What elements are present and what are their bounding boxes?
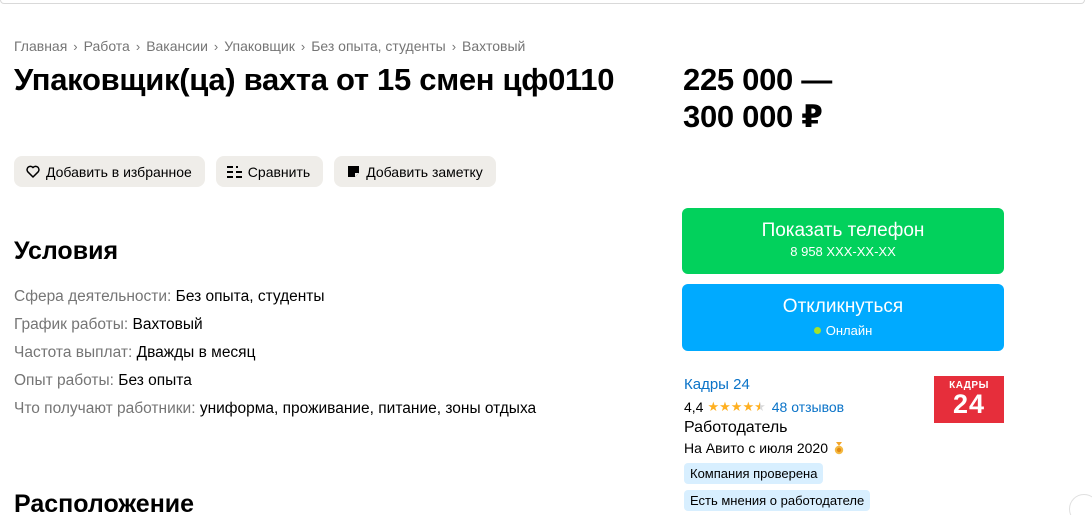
chevron-right-icon: ›	[451, 38, 457, 54]
medal-icon	[832, 441, 846, 455]
seller-since-label: На Авито с июля 2020	[684, 440, 828, 456]
note-icon	[345, 164, 361, 180]
condition-item: Что получают работники: униформа, прожив…	[14, 395, 536, 423]
condition-item: График работы: Вахтовый	[14, 311, 536, 339]
breadcrumb-item-work[interactable]: Работа	[84, 38, 130, 54]
seller-chips: Компания проверена Есть мнения о работод…	[684, 463, 871, 515]
chevron-right-icon: ›	[213, 38, 219, 54]
conditions-list: Сфера деятельности: Без опыта, студенты …	[14, 283, 536, 423]
top-search-frame	[0, 0, 1085, 4]
salary: 225 000 — 300 000 ₽	[683, 61, 832, 135]
verified-company-chip[interactable]: Компания проверена	[684, 463, 824, 484]
condition-item: Сфера деятельности: Без опыта, студенты	[14, 283, 536, 311]
online-dot-icon	[813, 327, 821, 334]
seller-rating: 4,4 ★ ★ ★ ★ ★ 48 отзывов	[684, 399, 870, 415]
reviews-link[interactable]: 48 отзывов	[772, 399, 844, 415]
star-icon: ★	[742, 399, 755, 414]
seller-type: Работодатель	[684, 419, 788, 436]
add-favorite-button[interactable]: Добавить в избранное	[14, 156, 205, 187]
add-note-label: Добавить заметку	[366, 163, 483, 180]
logo-text-bottom: 24	[952, 389, 986, 419]
chevron-right-icon: ›	[135, 38, 141, 54]
add-favorite-label: Добавить в избранное	[46, 163, 192, 180]
condition-key: Частота выплат:	[14, 344, 133, 361]
seller-card: Кадры 24 4,4 ★ ★ ★ ★ ★ 48 отзывов Работо…	[684, 376, 871, 515]
breadcrumb-item-no-experience[interactable]: Без опыта, студенты	[311, 38, 446, 54]
condition-key: Опыт работы:	[14, 372, 114, 389]
condition-value: униформа, проживание, питание, зоны отды…	[199, 400, 537, 417]
seller-name-link[interactable]: Кадры 24	[684, 376, 870, 393]
breadcrumb-item-vacancies[interactable]: Вакансии	[146, 38, 208, 54]
online-status-label: Онлайн	[825, 323, 873, 338]
respond-button[interactable]: Откликнуться Онлайн	[682, 284, 1004, 351]
scroll-up-button[interactable]	[1069, 494, 1092, 515]
condition-key: График работы:	[14, 316, 129, 333]
condition-value: Без опыта	[118, 372, 192, 389]
conditions-heading: Условия	[14, 237, 119, 265]
breadcrumb-item-shift[interactable]: Вахтовый	[462, 38, 525, 54]
compare-label: Сравнить	[247, 163, 311, 180]
salary-line-1: 225 000 —	[683, 62, 832, 97]
seller-since: На Авито с июля 2020	[684, 440, 870, 456]
seller-logo[interactable]: КАДРЫ 24	[934, 376, 1004, 423]
show-phone-label: Показать телефон	[761, 220, 925, 241]
condition-value: Дважды в месяц	[136, 344, 256, 361]
condition-value: Без опыта, студенты	[175, 288, 325, 305]
employer-reviews-chip[interactable]: Есть мнения о работодателе	[684, 490, 871, 511]
compare-button[interactable]: Сравнить	[215, 156, 324, 187]
rating-stars: ★ ★ ★ ★ ★	[707, 400, 765, 414]
rating-score: 4,4	[684, 399, 704, 415]
heart-icon	[25, 164, 41, 180]
respond-label: Откликнуться	[782, 296, 904, 317]
salary-line-2: 300 000 ₽	[683, 99, 823, 134]
location-heading: Расположение	[14, 490, 195, 515]
breadcrumb: Главная › Работа › Вакансии › Упаковщик …	[14, 38, 525, 54]
star-icon: ★	[707, 399, 720, 414]
breadcrumb-item-packer[interactable]: Упаковщик	[224, 38, 295, 54]
breadcrumb-item-home[interactable]: Главная	[14, 38, 67, 54]
phone-number-masked: 8 958 XXX-XX-XX	[790, 244, 896, 259]
chevron-right-icon: ›	[73, 38, 78, 54]
condition-key: Что получают работники:	[14, 400, 196, 417]
online-status: Онлайн	[682, 323, 1004, 338]
condition-item: Частота выплат: Дважды в месяц	[14, 339, 536, 367]
star-half-icon: ★	[754, 399, 766, 414]
chevron-right-icon: ›	[300, 38, 306, 54]
add-note-button[interactable]: Добавить заметку	[334, 156, 496, 187]
show-phone-button[interactable]: Показать телефон 8 958 XXX-XX-XX	[682, 208, 1004, 274]
compare-icon	[226, 164, 243, 180]
action-bar: Добавить в избранное Сравнить Добавить з…	[14, 156, 496, 187]
page-title: Упаковщик(ца) вахта от 15 смен цф0110	[14, 62, 615, 97]
star-icon: ★	[730, 399, 743, 414]
condition-value: Вахтовый	[132, 316, 203, 333]
condition-key: Сфера деятельности:	[14, 288, 172, 305]
condition-item: Опыт работы: Без опыта	[14, 367, 536, 395]
star-icon: ★	[719, 399, 731, 414]
